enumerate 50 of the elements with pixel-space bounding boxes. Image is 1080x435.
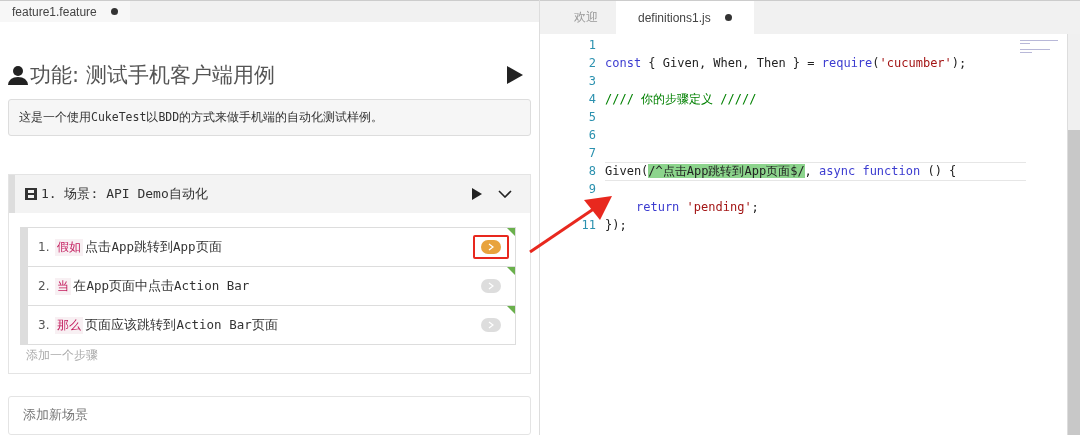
step-keyword: 当: [55, 277, 72, 295]
line-number: 6: [588, 128, 596, 142]
code-line: return 'pending';: [635, 198, 760, 216]
step-row[interactable]: 1. 假如 点击App跳转到App页面: [20, 227, 516, 267]
corner-flag-icon: [507, 306, 515, 314]
run-step-button[interactable]: [481, 279, 501, 293]
corner-flag-icon: [507, 267, 515, 275]
step-keyword: 假如: [55, 238, 84, 256]
line-number: 2: [588, 56, 596, 70]
chevron-icon[interactable]: [498, 190, 512, 198]
add-scenario-button[interactable]: 添加新场景: [8, 396, 531, 435]
editor-tab[interactable]: definitions1.js: [616, 1, 754, 34]
code-line: const { Given, When, Then } = require('cucumber');: [605, 54, 968, 72]
line-number: 3: [588, 74, 596, 88]
line-number: 5: [588, 110, 596, 124]
run-icon[interactable]: [507, 66, 523, 84]
run-step-button[interactable]: [481, 318, 501, 332]
scrollbar[interactable]: [1067, 34, 1080, 435]
step-row[interactable]: 3. 那么 页面应该跳转到Action Bar页面: [20, 305, 516, 345]
line-number: 7: [588, 146, 596, 160]
step-number: 1.: [38, 240, 50, 254]
feature-title: 功能: 测试手机客户端用例: [30, 62, 276, 89]
step-text: 点击App跳转到App页面: [85, 238, 223, 256]
step-text: 在App页面中点击Action Bar: [73, 277, 251, 295]
editor-tab[interactable]: feature1.feature: [0, 1, 130, 22]
person-icon: [8, 65, 28, 85]
corner-flag-icon: [507, 228, 515, 236]
line-number: 9: [588, 182, 596, 196]
step-row[interactable]: 2. 当 在App页面中点击Action Bar: [20, 266, 516, 306]
step-text: 页面应该跳转到Action Bar页面: [85, 316, 279, 334]
chevron-right-icon: [488, 243, 494, 251]
chevron-right-icon: [488, 321, 494, 329]
line-number: 1: [588, 38, 596, 52]
line-number: 8: [588, 164, 596, 178]
code-line: //// 你的步骤定义 /////: [605, 90, 758, 108]
unsaved-dot-icon: [724, 14, 732, 21]
line-number: 11: [581, 218, 596, 232]
chevron-right-icon: [488, 282, 494, 290]
line-number: 4: [588, 92, 596, 106]
film-icon: [25, 188, 37, 200]
step-number: 3.: [38, 318, 50, 332]
run-icon[interactable]: [472, 188, 482, 200]
feature-description[interactable]: 这是一个使用CukeTest以BDD的方式来做手机端的自动化测试样例。: [8, 99, 531, 136]
step-number: 2.: [38, 279, 50, 293]
code-line: Given(/^点击App跳转到App页面$/, async function () {: [605, 161, 1026, 181]
step-keyword: 那么: [55, 316, 84, 334]
scenario-title: 1. 场景: API Demo自动化: [41, 185, 209, 203]
run-step-button[interactable]: [481, 240, 501, 254]
code-line: });: [605, 216, 628, 234]
unsaved-dot-icon: [110, 8, 118, 15]
